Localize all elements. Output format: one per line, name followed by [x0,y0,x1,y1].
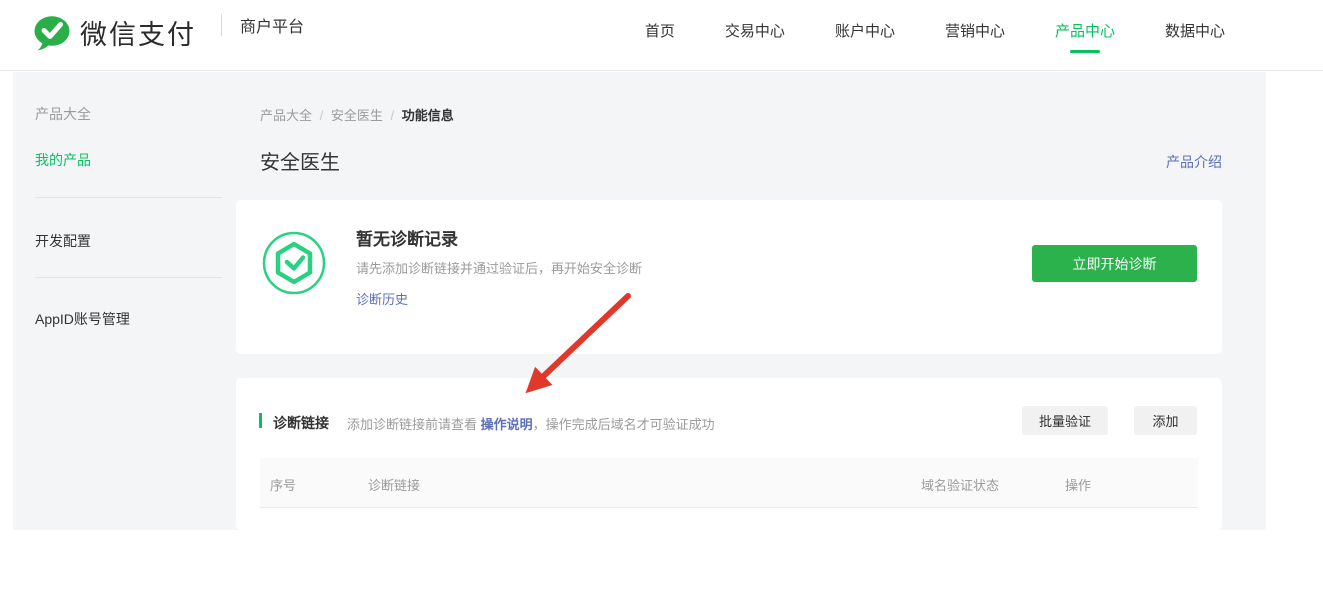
sidebar-divider [35,197,222,198]
diagnosis-history-link[interactable]: 诊断历史 [356,289,408,308]
column-header-link: 诊断链接 [368,475,420,494]
sidebar-item-appid-management[interactable]: AppID账号管理 [35,309,130,329]
section-accent-bar [259,413,262,428]
nav-item-product-center[interactable]: 产品中心 [1055,20,1115,41]
add-link-button[interactable]: 添加 [1134,406,1197,435]
product-intro-link[interactable]: 产品介绍 [1166,152,1222,172]
column-header-domain-status: 域名验证状态 [921,475,999,494]
sidebar-item-all-products[interactable]: 产品大全 [35,104,91,124]
nav-item-account-center[interactable]: 账户中心 [835,20,895,41]
portal-name: 商户平台 [240,13,304,37]
breadcrumb-security-doctor[interactable]: 安全医生 [331,108,383,123]
column-header-actions: 操作 [1065,475,1091,494]
breadcrumb-all-products[interactable]: 产品大全 [260,108,312,123]
links-table-header: 序号 诊断链接 域名验证状态 操作 [260,458,1198,508]
sidebar-item-dev-config[interactable]: 开发配置 [35,231,91,251]
nav-item-home[interactable]: 首页 [645,20,675,41]
header-divider [221,14,222,36]
top-nav: 首页 交易中心 账户中心 营销中心 产品中心 数据中心 [645,20,1225,41]
nav-item-transaction-center[interactable]: 交易中心 [725,20,785,41]
portal-wrap: 商户平台 [205,13,304,37]
nav-item-data-center[interactable]: 数据中心 [1165,20,1225,41]
wechat-pay-bubble-check-icon [33,15,71,51]
breadcrumb: 产品大全 / 安全医生 / 功能信息 [260,105,458,124]
brand-logo[interactable]: 微信支付 [33,13,196,52]
column-header-index: 序号 [270,475,296,494]
tip-suffix: ，操作完成后域名才可验证成功 [533,417,715,432]
brand-name: 微信支付 [80,13,196,52]
breadcrumb-separator: / [320,108,324,123]
breadcrumb-separator: / [391,108,395,123]
operation-guide-link[interactable]: 操作说明 [481,417,533,432]
shield-check-icon [262,231,326,295]
page-title: 安全医生 [260,146,340,175]
top-header: 微信支付 商户平台 首页 交易中心 账户中心 营销中心 产品中心 数据中心 [0,0,1323,71]
sidebar-divider [35,277,222,278]
sidebar-item-my-products[interactable]: 我的产品 [35,150,91,170]
diagnosis-status-card: 暂无诊断记录 请先添加诊断链接并通过验证后，再开始安全诊断 诊断历史 立即开始诊… [236,200,1222,354]
wechat-pay-merchant-page: 微信支付 商户平台 首页 交易中心 账户中心 营销中心 产品中心 数据中心 产品… [0,0,1323,599]
diagnosis-links-card: 诊断链接 添加诊断链接前请查看 操作说明，操作完成后域名才可验证成功 批量验证 … [236,378,1222,530]
tip-prefix: 添加诊断链接前请查看 [347,417,481,432]
breadcrumb-current-feature-info: 功能信息 [402,108,454,123]
no-record-title: 暂无诊断记录 [356,225,458,250]
nav-item-marketing-center[interactable]: 营销中心 [945,20,1005,41]
content-area: 产品大全 我的产品 开发配置 AppID账号管理 产品大全 / 安全医生 / 功… [13,72,1266,530]
diagnosis-links-title: 诊断链接 [273,413,329,433]
batch-verify-button[interactable]: 批量验证 [1022,406,1108,435]
no-record-subtitle: 请先添加诊断链接并通过验证后，再开始安全诊断 [356,258,642,277]
start-diagnosis-button[interactable]: 立即开始诊断 [1032,245,1197,282]
diagnosis-links-tip: 添加诊断链接前请查看 操作说明，操作完成后域名才可验证成功 [347,414,715,433]
